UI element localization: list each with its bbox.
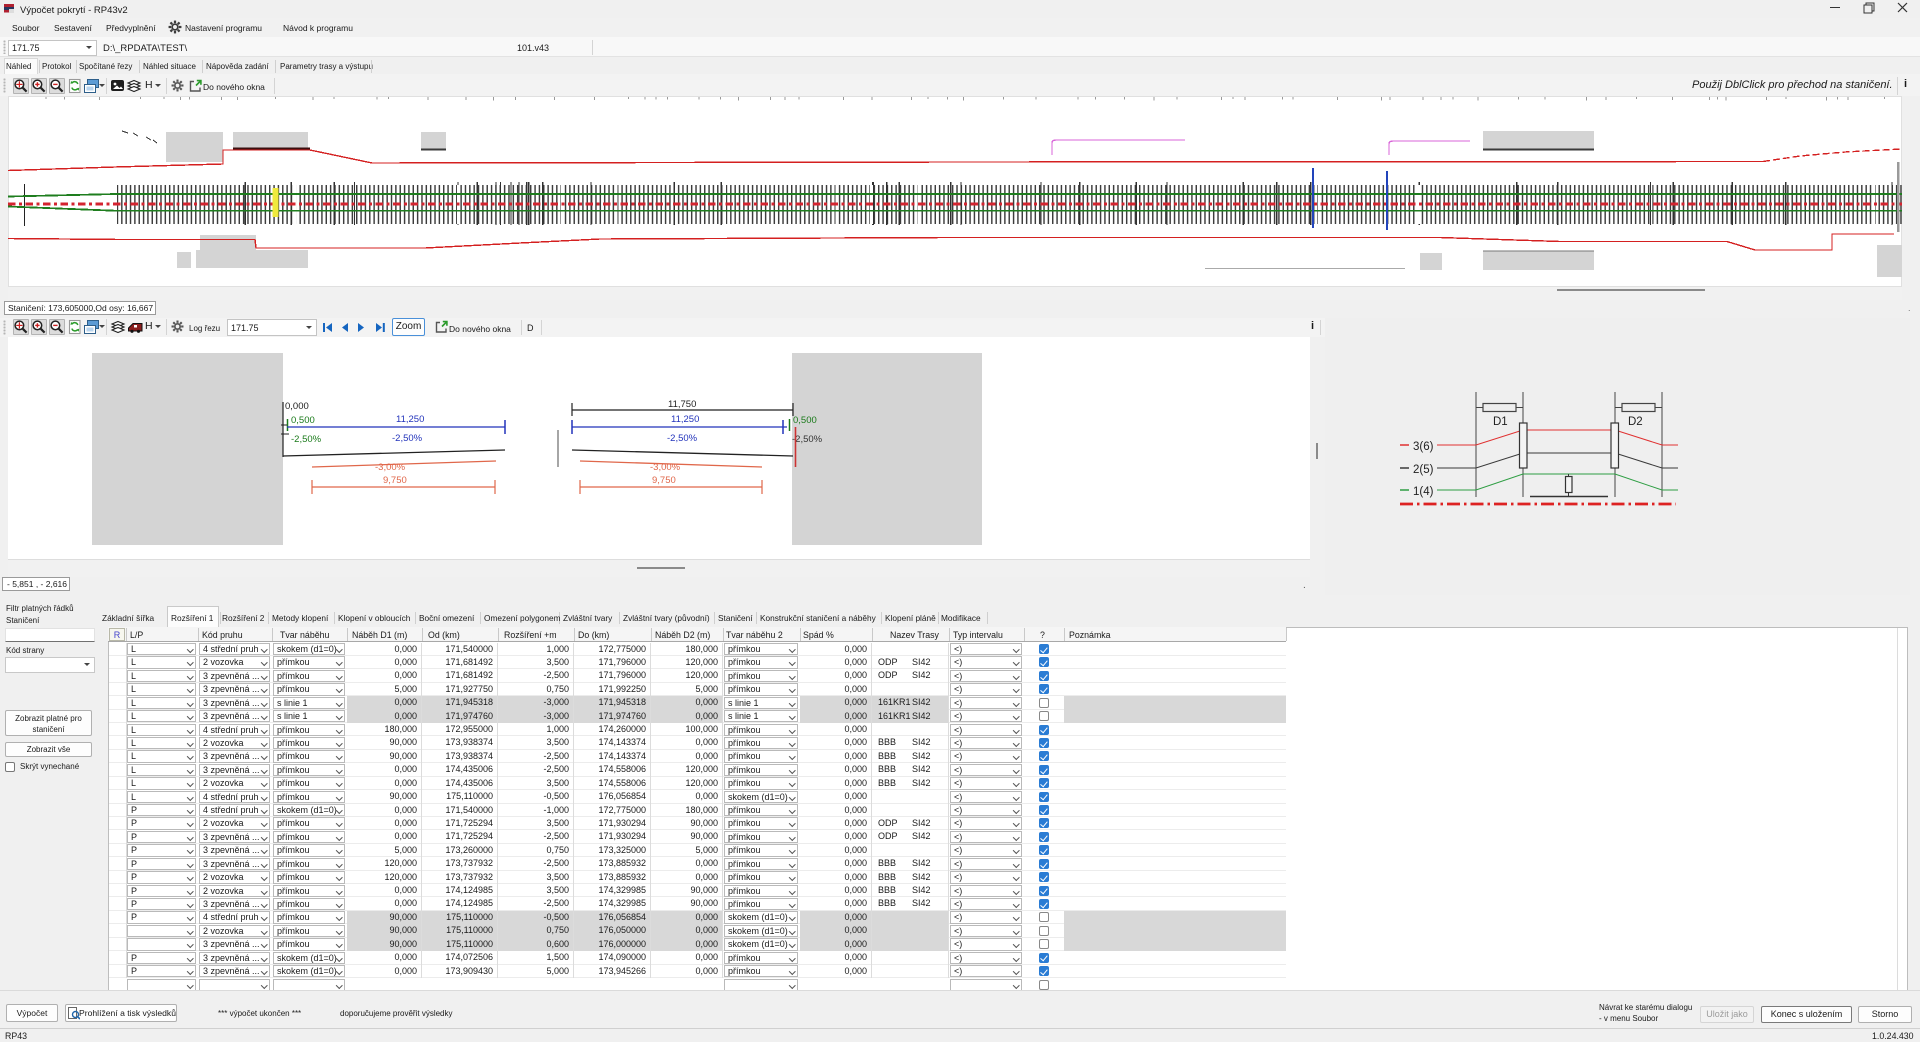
svg-text:3(6): 3(6) (1413, 441, 1434, 453)
svg-text:11,250: 11,250 (671, 414, 699, 425)
svg-text:11,250: 11,250 (396, 414, 424, 425)
svg-text:0,000: 0,000 (285, 401, 309, 412)
svg-text:1(4): 1(4) (1413, 486, 1434, 498)
svg-text:D1: D1 (1493, 416, 1508, 428)
svg-text:-3,00%: -3,00% (375, 462, 406, 473)
svg-text:-3,00%: -3,00% (650, 462, 681, 473)
svg-text:9,750: 9,750 (383, 475, 407, 486)
svg-text:2(5): 2(5) (1413, 464, 1434, 476)
svg-text:0,500: 0,500 (291, 415, 315, 426)
svg-text:0,500: 0,500 (793, 415, 817, 426)
svg-text:-2,50%: -2,50% (392, 433, 423, 444)
svg-text:D2: D2 (1628, 416, 1643, 428)
svg-text:-2,50%: -2,50% (291, 434, 322, 445)
svg-text:11,750: 11,750 (668, 399, 696, 410)
svg-text:-2,50%: -2,50% (792, 434, 823, 445)
svg-text:-2,50%: -2,50% (667, 433, 698, 444)
svg-text:9,750: 9,750 (652, 475, 676, 486)
